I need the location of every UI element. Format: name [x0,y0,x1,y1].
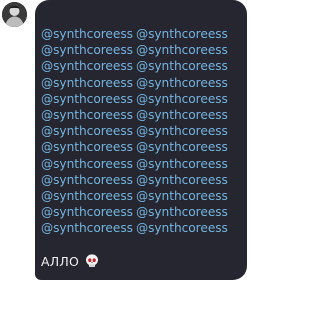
mention-link[interactable]: @synthcoreess [136,124,228,138]
mention-link[interactable]: @synthcoreess [41,27,133,41]
mention-link[interactable]: @synthcoreess [41,205,133,219]
user-avatar-icon [2,2,27,27]
mention-link[interactable]: @synthcoreess [41,59,133,73]
message-bubble[interactable]: @synthcoreess @synthcoreess @synthcoreess @… [35,0,247,280]
mention-link[interactable]: @synthcoreess [136,59,228,73]
mention-link[interactable]: @synthcoreess [41,92,133,106]
mention-link[interactable]: @synthcoreess [41,157,133,171]
mention-line: @synthcoreess @synthcoreess [41,156,247,172]
mention-link[interactable]: @synthcoreess [136,189,228,203]
mention-line: @synthcoreess @synthcoreess [41,204,247,220]
mention-line: @synthcoreess @synthcoreess [41,107,247,123]
mention-link[interactable]: @synthcoreess [136,92,228,106]
mention-line: @synthcoreess @synthcoreess [41,220,247,236]
mention-line: @synthcoreess @synthcoreess [41,58,247,74]
mention-link[interactable]: @synthcoreess [41,189,133,203]
mention-list: @synthcoreess @synthcoreess @synthcoreess @… [41,26,247,237]
mention-link[interactable]: @synthcoreess [136,76,228,90]
mention-link[interactable]: @synthcoreess [41,173,133,187]
mention-link[interactable]: @synthcoreess [136,221,228,235]
mention-line: @synthcoreess @synthcoreess [41,91,247,107]
mention-line: @synthcoreess @synthcoreess [41,172,247,188]
mention-link[interactable]: @synthcoreess [136,173,228,187]
mention-line: @synthcoreess @synthcoreess [41,26,247,42]
mention-link[interactable]: @synthcoreess [136,205,228,219]
mention-link[interactable]: @synthcoreess [136,157,228,171]
mention-link[interactable]: @synthcoreess [41,140,133,154]
mention-link[interactable]: @synthcoreess [136,27,228,41]
avatar[interactable] [2,2,27,27]
mention-line: @synthcoreess @synthcoreess [41,139,247,155]
mention-link[interactable]: @synthcoreess [136,140,228,154]
mention-line: @synthcoreess @synthcoreess [41,42,247,58]
mention-link[interactable]: @synthcoreess [136,108,228,122]
mention-link[interactable]: @synthcoreess [136,43,228,57]
message-text: АЛЛО [41,253,79,269]
mention-link[interactable]: @synthcoreess [41,76,133,90]
mention-line: @synthcoreess @synthcoreess [41,75,247,91]
mention-line: @synthcoreess @synthcoreess [41,188,247,204]
mention-link[interactable]: @synthcoreess [41,124,133,138]
mention-line: @synthcoreess @synthcoreess [41,123,247,139]
mention-link[interactable]: @synthcoreess [41,108,133,122]
message-footer: АЛЛО [41,253,100,269]
mention-link[interactable]: @synthcoreess [41,221,133,235]
skull-emoji-icon [86,254,98,267]
mention-link[interactable]: @synthcoreess [41,43,133,57]
